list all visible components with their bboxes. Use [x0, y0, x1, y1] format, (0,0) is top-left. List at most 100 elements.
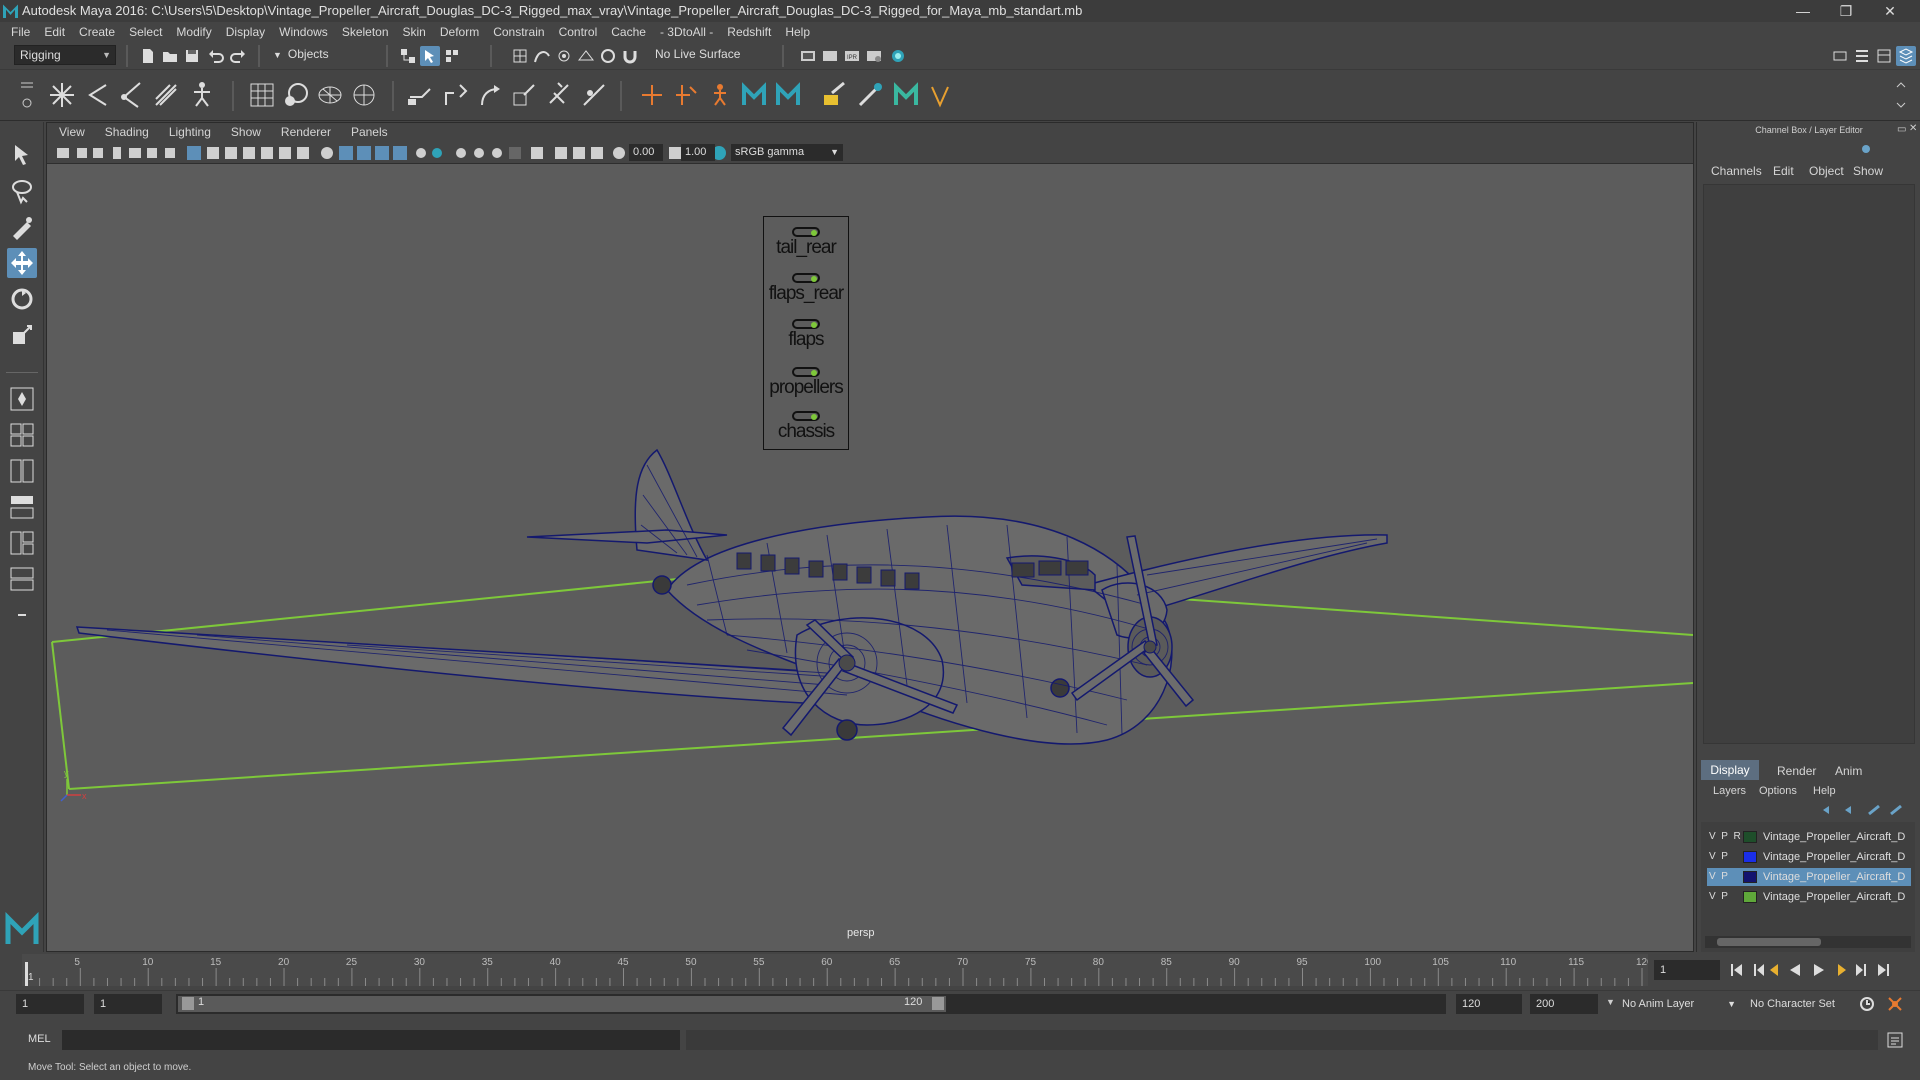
options-menu[interactable]: Options: [1759, 785, 1797, 797]
new-layer-from-selection-icon[interactable]: [1889, 804, 1903, 816]
scale-constraint-icon[interactable]: [508, 79, 540, 111]
tab-display[interactable]: Display: [1701, 760, 1759, 780]
restore-button[interactable]: ❐: [1826, 1, 1866, 21]
rotate-tool-icon[interactable]: [7, 284, 37, 314]
channel-box-options-icon[interactable]: [1859, 142, 1873, 156]
move-tool-icon[interactable]: [7, 248, 37, 278]
toolbox-expand-icon[interactable]: [7, 600, 37, 630]
new-empty-layer-icon[interactable]: [1867, 804, 1881, 816]
channel-box-toggle-icon[interactable]: [1896, 46, 1916, 66]
menu-create[interactable]: Create: [72, 22, 122, 42]
control-propellers[interactable]: propellers: [764, 367, 848, 407]
parent-constraint-icon[interactable]: [544, 79, 576, 111]
undo-icon[interactable]: [206, 46, 226, 66]
chevron-down-icon[interactable]: ▼: [1606, 997, 1615, 1007]
menu-edit[interactable]: Edit: [37, 22, 72, 42]
playback-controls[interactable]: [1728, 960, 1896, 980]
hik-character-icon[interactable]: [704, 79, 736, 111]
cluster-icon[interactable]: [280, 79, 312, 111]
snap-to-point-icon[interactable]: [554, 46, 574, 66]
menu-skeleton[interactable]: Skeleton: [335, 22, 396, 42]
layout-hypershade-icon[interactable]: [7, 564, 37, 594]
move-layer-down-icon[interactable]: [1843, 804, 1857, 816]
ipr-render-icon[interactable]: IPR: [842, 46, 862, 66]
layer-color-swatch[interactable]: [1743, 851, 1757, 863]
gamma-field[interactable]: 1.00: [681, 144, 715, 161]
layer-row-3-selected[interactable]: V P Vintage_Propeller_Aircraft_D: [1707, 868, 1911, 886]
menu-windows[interactable]: Windows: [272, 22, 335, 42]
paint-select-tool-icon[interactable]: [7, 212, 37, 242]
joint-orient-icon[interactable]: [670, 79, 702, 111]
render-current-frame-icon[interactable]: [820, 46, 840, 66]
help-menu[interactable]: Help: [1813, 785, 1836, 797]
snap-to-view-plane-icon[interactable]: [576, 46, 596, 66]
layer-row-4[interactable]: V P Vintage_Propeller_Aircraft_D: [1707, 888, 1911, 906]
range-bar[interactable]: 1 120: [176, 994, 1446, 1014]
menu-skin[interactable]: Skin: [396, 22, 433, 42]
auto-key-icon[interactable]: [1858, 995, 1876, 1013]
object-menu[interactable]: Object: [1809, 164, 1844, 178]
v-marker-icon[interactable]: [924, 79, 956, 111]
open-scene-icon[interactable]: [160, 46, 180, 66]
selection-mask-dropdown[interactable]: ▼ Objects: [268, 45, 368, 65]
layer-flags[interactable]: V P: [1709, 868, 1728, 886]
move-layer-up-icon[interactable]: [1821, 804, 1835, 816]
layer-flags[interactable]: V P: [1709, 848, 1728, 866]
menu-cache[interactable]: Cache: [604, 22, 653, 42]
toggle-switch-icon[interactable]: [792, 411, 820, 421]
mel-command-input[interactable]: [62, 1030, 680, 1050]
snap-magnet-icon[interactable]: [620, 46, 640, 66]
shelf-menu-icon[interactable]: [18, 77, 36, 113]
snap-to-grid-icon[interactable]: [510, 46, 530, 66]
viewport-menu-view[interactable]: View: [49, 123, 95, 142]
new-scene-icon[interactable]: [138, 46, 158, 66]
playback-start-field[interactable]: 1: [94, 994, 162, 1014]
layer-flags[interactable]: V P R: [1709, 828, 1741, 846]
select-tool-icon[interactable]: [7, 140, 37, 170]
maya-m-green-icon[interactable]: [890, 79, 922, 111]
layer-scrollbar[interactable]: [1705, 936, 1911, 948]
playback-end-field[interactable]: 120: [1456, 994, 1522, 1014]
menu-3dtoall[interactable]: - 3DtoAll -: [653, 22, 720, 42]
attribute-editor-icon[interactable]: [1852, 46, 1872, 66]
color-space-dropdown[interactable]: sRGB gamma ▼: [731, 144, 843, 161]
control-flaps-rear[interactable]: flaps_rear: [764, 273, 848, 313]
layout-four-view-icon[interactable]: [7, 420, 37, 450]
close-button[interactable]: ✕: [1870, 1, 1910, 21]
soft-mod-icon[interactable]: [348, 79, 380, 111]
current-frame-field[interactable]: 1: [1654, 960, 1720, 980]
tab-anim[interactable]: Anim: [1835, 764, 1862, 778]
scale-tool-icon[interactable]: [7, 320, 37, 350]
toggle-switch-icon[interactable]: [792, 273, 820, 283]
range-end-grip[interactable]: [932, 997, 944, 1010]
anim-layer-dropdown[interactable]: No Anim Layer ▼: [1622, 994, 1740, 1014]
orient-constraint-icon[interactable]: [474, 79, 506, 111]
copy-weights-icon[interactable]: [854, 79, 886, 111]
layer-color-swatch[interactable]: [1743, 891, 1757, 903]
layer-color-swatch[interactable]: [1743, 831, 1757, 843]
lasso-tool-icon[interactable]: [7, 176, 37, 206]
show-manipulator-icon[interactable]: [7, 384, 37, 414]
viewport-menu-lighting[interactable]: Lighting: [159, 123, 221, 142]
select-by-hierarchy-icon[interactable]: [398, 46, 418, 66]
animation-end-field[interactable]: 200: [1530, 994, 1598, 1014]
pole-vector-icon[interactable]: [578, 79, 610, 111]
viewport-menu-shading[interactable]: Shading: [95, 123, 159, 142]
layer-row-1[interactable]: V P R Vintage_Propeller_Aircraft_D: [1707, 828, 1911, 846]
menu-display[interactable]: Display: [219, 22, 272, 42]
control-flaps[interactable]: flaps: [764, 319, 848, 359]
tool-settings-icon[interactable]: [1874, 46, 1894, 66]
layer-color-swatch[interactable]: [1743, 871, 1757, 883]
shelf-scroll-icon[interactable]: [1894, 79, 1908, 111]
tab-render[interactable]: Render: [1777, 764, 1816, 778]
live-surface-field[interactable]: No Live Surface: [650, 45, 760, 65]
time-ruler[interactable]: 5 10 15 20 25 30 35 40 45 50 55 60 65 70 75 80 85 90 95 100…: [22, 954, 1648, 986]
range-handle[interactable]: [178, 996, 946, 1012]
modeling-toolkit-icon[interactable]: [1830, 46, 1850, 66]
close-panel-icon[interactable]: ✕: [1909, 123, 1917, 134]
snap-to-curve-icon[interactable]: [532, 46, 552, 66]
menu-deform[interactable]: Deform: [433, 22, 486, 42]
layers-menu[interactable]: Layers: [1713, 785, 1746, 797]
locator-icon[interactable]: [636, 79, 668, 111]
lattice-icon[interactable]: [246, 79, 278, 111]
